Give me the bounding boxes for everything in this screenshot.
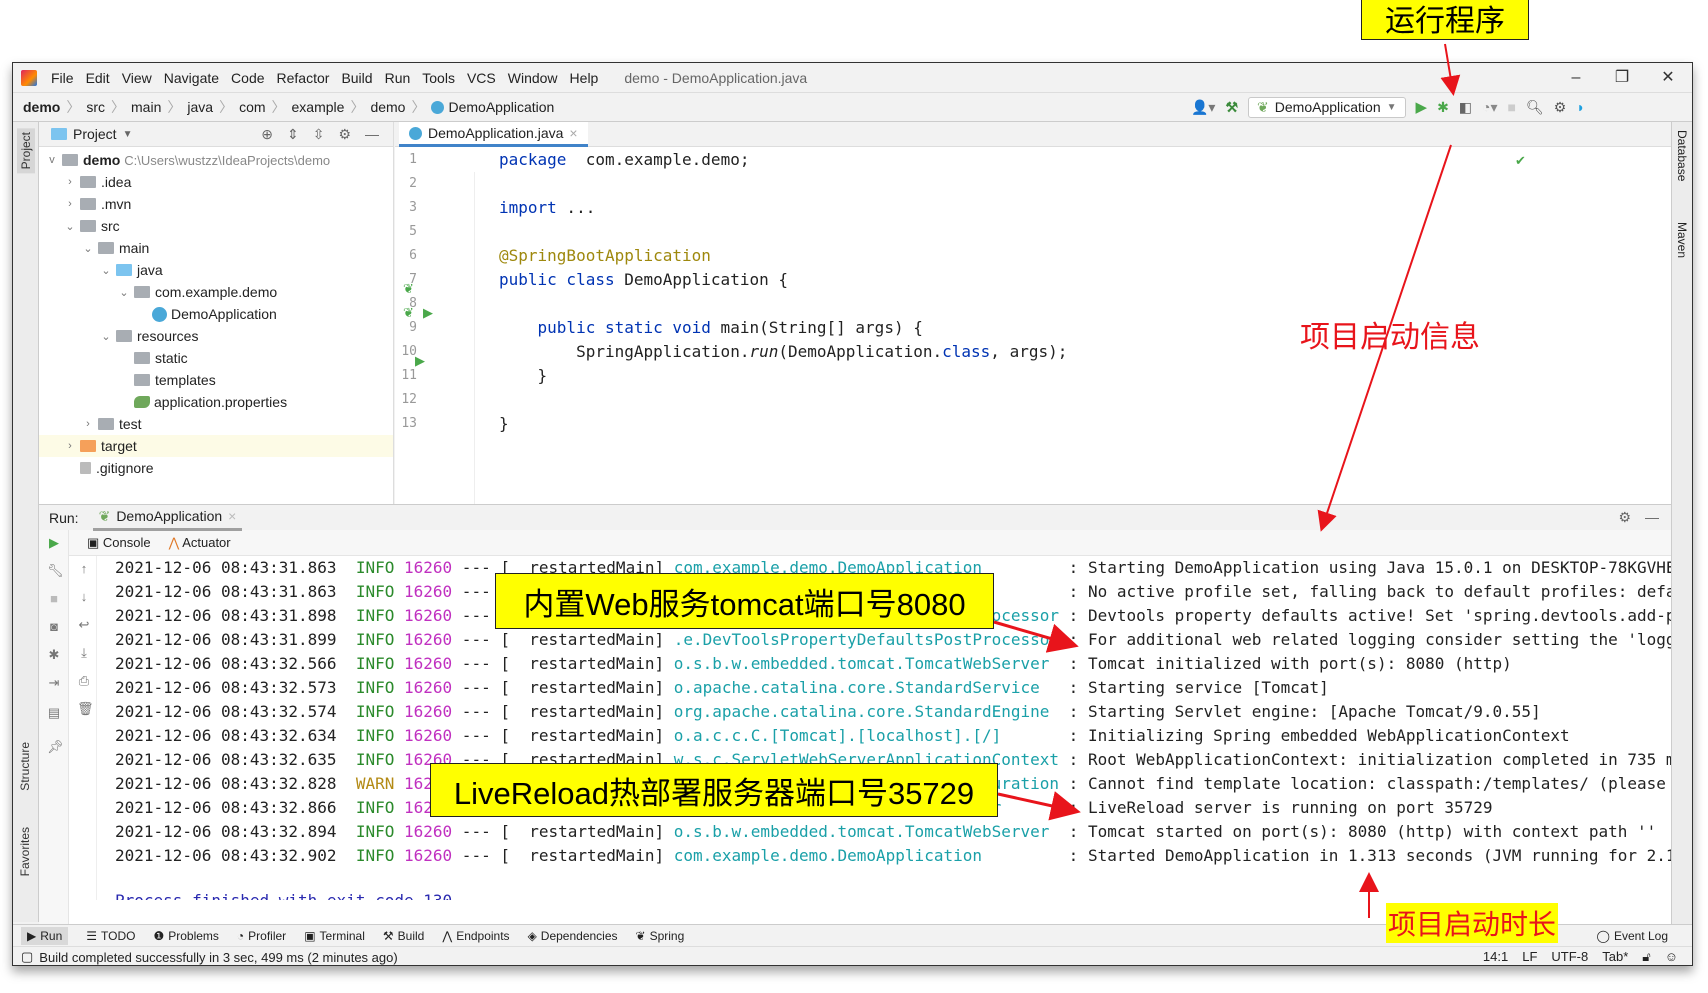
annotation-arrows: [993, 43, 1461, 918]
annotation-startup-info: 项目启动信息: [1300, 321, 1480, 354]
arrow-to-tomcat-line: [993, 620, 1079, 653]
arrow-to-run-button: [1440, 43, 1461, 96]
annotation-run-program: 运行程序: [1361, 0, 1529, 40]
annotation-startup-time: 项目启动时长: [1386, 903, 1559, 943]
annotation-tomcat-port: 内置Web服务tomcat端口号8080: [495, 573, 994, 629]
arrow-to-livereload-line: [997, 791, 1081, 821]
annotation-livereload-port: LiveReload热部署服务器端口号35729: [430, 763, 998, 817]
